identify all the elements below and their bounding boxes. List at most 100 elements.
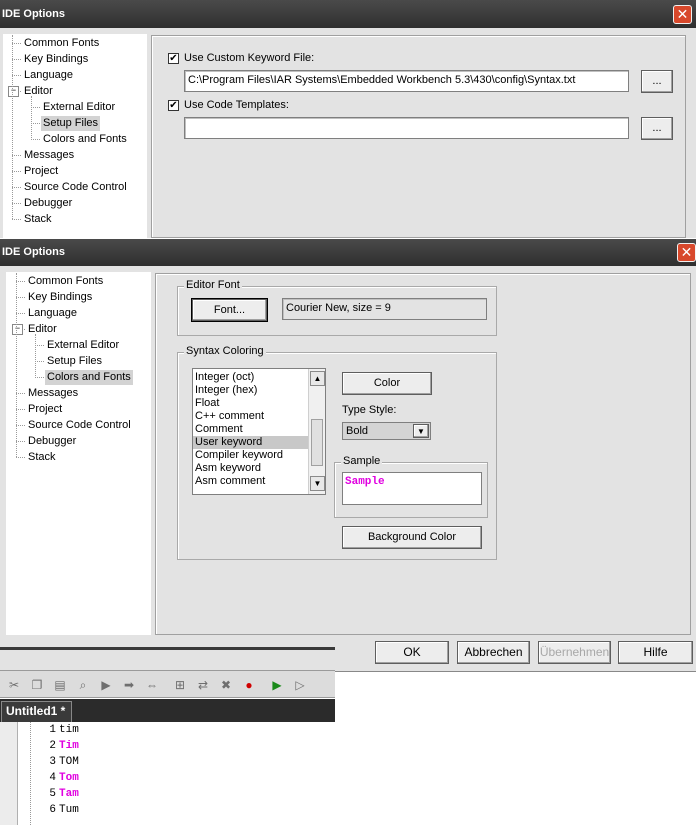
list-item[interactable]: Float — [193, 397, 308, 410]
list-item[interactable]: Asm comment — [193, 475, 308, 488]
prev-bookmark-icon[interactable]: ⇔ — [144, 677, 160, 693]
list-item[interactable]: Integer (oct) — [193, 371, 308, 384]
background-color-button[interactable]: Background Color — [342, 526, 482, 549]
tree-item[interactable]: Stack — [26, 450, 58, 465]
tree-connector — [16, 281, 25, 282]
use-keyword-file-checkbox[interactable]: ✔ — [168, 53, 179, 64]
font-button[interactable]: Font... — [191, 298, 268, 322]
ok-button[interactable]: OK — [375, 641, 449, 664]
tree-item[interactable]: Key Bindings — [26, 290, 94, 305]
tree-item[interactable]: Messages — [22, 148, 76, 163]
bookmark-icon[interactable]: ▶ — [98, 677, 114, 693]
code-templates-browse-button[interactable]: ... — [641, 117, 673, 140]
sample-preview: Sample — [342, 472, 482, 505]
close-icon: ✕ — [676, 6, 689, 22]
tree-connector — [35, 361, 44, 362]
collapse-icon[interactable]: − — [12, 324, 23, 335]
window2-close-button[interactable]: ✕ — [677, 243, 696, 262]
tree-item[interactable]: External Editor — [45, 338, 121, 353]
use-code-templates-checkbox[interactable]: ✔ — [168, 100, 179, 111]
window2-title: IDE Options — [2, 246, 65, 258]
tree-item[interactable]: Setup Files — [45, 354, 104, 369]
list-item[interactable]: Compiler keyword — [193, 449, 308, 462]
tree-item[interactable]: Colors and Fonts — [41, 132, 129, 147]
tree-connector — [35, 345, 44, 346]
make-icon[interactable]: ▷ — [292, 677, 308, 693]
tree-connector — [31, 107, 40, 108]
window2-titlebar: IDE Options — [0, 239, 696, 266]
tree-connector — [12, 59, 21, 60]
tree-item[interactable]: Key Bindings — [22, 52, 90, 67]
window1-body: Common Fonts Key Bindings Language − Editor E… — [0, 28, 696, 238]
tree-item[interactable]: Language — [26, 306, 79, 321]
collapse-icon[interactable]: − — [8, 86, 19, 97]
tree-item[interactable]: Common Fonts — [22, 36, 101, 51]
tree-item[interactable]: Project — [26, 402, 64, 417]
window1-titlebar: IDE Options — [0, 0, 696, 28]
tree-item[interactable]: Messages — [26, 386, 80, 401]
toggle-breakpoint-icon[interactable]: ⊞ — [172, 677, 188, 693]
tree-item[interactable]: Language — [22, 68, 75, 83]
tree-connector — [16, 313, 25, 314]
tree-item[interactable]: Debugger — [26, 434, 78, 449]
keyword-file-path-field[interactable]: C:\Program Files\IAR Systems\Embedded Wo… — [184, 70, 629, 92]
run-icon[interactable]: ✖ — [218, 677, 234, 693]
type-style-dropdown[interactable]: Bold ▼ — [342, 422, 431, 440]
tree-item[interactable]: Source Code Control — [22, 180, 129, 195]
apply-button[interactable]: Übernehmen — [538, 641, 611, 664]
tree-item[interactable]: External Editor — [41, 100, 117, 115]
list-item[interactable]: C++ comment — [193, 410, 308, 423]
tab-untitled1[interactable]: Untitled1 * — [1, 701, 72, 722]
find-icon[interactable]: ⌕ — [75, 677, 91, 693]
tree-item[interactable]: Source Code Control — [26, 418, 133, 433]
tree-item[interactable]: Colors and Fonts — [45, 370, 133, 385]
line-number: 1 — [49, 724, 56, 736]
tree-item[interactable]: Editor — [26, 322, 59, 337]
tree-item[interactable]: Editor — [22, 84, 55, 99]
stop-icon[interactable]: ● — [241, 677, 257, 693]
tree-connector — [31, 139, 40, 140]
window1-close-button[interactable]: ✕ — [673, 5, 692, 24]
tree-item[interactable]: Project — [22, 164, 60, 179]
copy-icon[interactable]: ❐ — [29, 677, 45, 693]
check-icon: ✔ — [169, 53, 178, 64]
editor-top-border — [0, 647, 335, 650]
tree-connector — [31, 123, 40, 124]
tree-root-line — [16, 273, 17, 457]
font-description-field: Courier New, size = 9 — [282, 298, 487, 320]
tree-item[interactable]: Debugger — [22, 196, 74, 211]
paste-icon[interactable]: ▤ — [52, 677, 68, 693]
list-scrollbar[interactable]: ▲ ▼ — [308, 369, 325, 494]
scroll-thumb[interactable] — [311, 419, 323, 466]
list-item[interactable]: User keyword — [193, 436, 308, 449]
syntax-element-list[interactable]: Integer (oct) Integer (hex) Float C++ comme… — [192, 368, 326, 495]
line-number: 6 — [49, 804, 56, 816]
sample-text: Sample — [345, 476, 385, 488]
keyword-file-browse-button[interactable]: ... — [641, 70, 673, 93]
debug-icon[interactable]: ▶ — [269, 677, 285, 693]
tree-connector — [16, 457, 25, 458]
scroll-down-icon[interactable]: ▼ — [310, 476, 325, 491]
color-button[interactable]: Color — [342, 372, 432, 395]
list-item[interactable]: Integer (hex) — [193, 384, 308, 397]
editor-font-group-label: Editor Font — [184, 279, 242, 291]
next-bookmark-icon[interactable]: ➡ — [121, 677, 137, 693]
cut-icon[interactable]: ✂ — [6, 677, 22, 693]
list-item[interactable]: Comment — [193, 423, 308, 436]
editor-code-area[interactable]: 1 tim 2 Tim 3 TOM 4 Tom 5 Tam 6 Tum — [0, 722, 335, 825]
scroll-up-icon[interactable]: ▲ — [310, 371, 325, 386]
tree-connector — [12, 203, 21, 204]
cancel-button[interactable]: Abbrechen — [457, 641, 530, 664]
code-templates-path-field[interactable] — [184, 117, 629, 139]
step-icon[interactable]: ⇄ — [195, 677, 211, 693]
tree-connector — [12, 219, 21, 220]
tree-connector — [16, 425, 25, 426]
list-item[interactable]: Asm keyword — [193, 462, 308, 475]
tree-connector — [12, 187, 21, 188]
tree-item[interactable]: Stack — [22, 212, 54, 227]
help-button[interactable]: Hilfe — [618, 641, 693, 664]
tree-item[interactable]: Common Fonts — [26, 274, 105, 289]
tree-connector — [12, 43, 21, 44]
chevron-down-icon[interactable]: ▼ — [413, 424, 429, 438]
tree-item[interactable]: Setup Files — [41, 116, 101, 131]
